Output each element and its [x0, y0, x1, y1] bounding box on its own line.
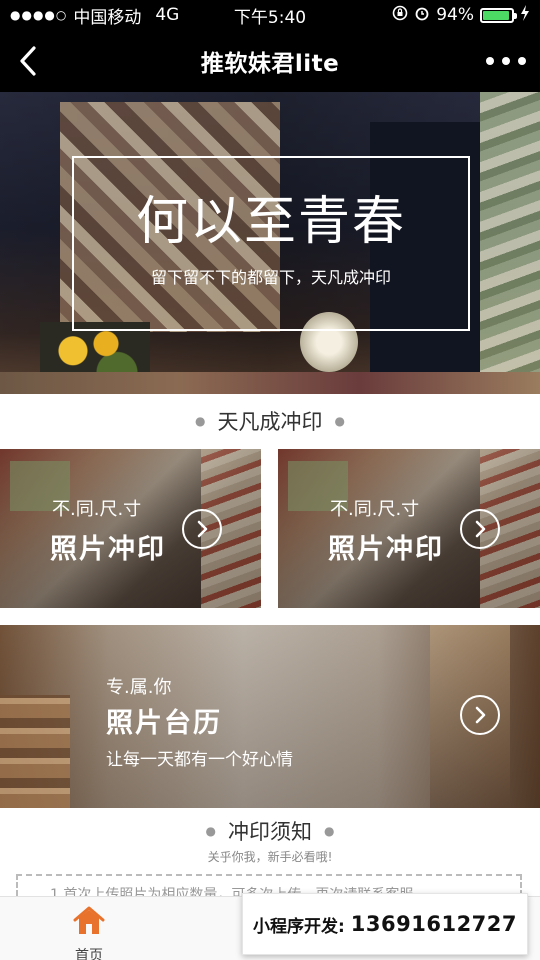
hero-subtitle: 留下留不下的都留下，天凡成冲印 [150, 268, 391, 287]
home-icon [73, 906, 105, 934]
alarm-icon [414, 5, 430, 26]
card-title: 照片台历 [106, 708, 222, 739]
photo-calendar-card[interactable]: 专.属.你 照片台历 让每一天都有一个好心情 [0, 625, 540, 808]
promo-phone: 13691612727 [350, 912, 518, 936]
card-title: 照片冲印 [328, 534, 444, 565]
status-bar: ●●●●○ 中国移动 4G 下午5:40 94% [0, 0, 540, 30]
photo-print-card[interactable]: 不.同.尺.寸 照片冲印 [0, 449, 261, 608]
card-subtitle: 专.属.你 [106, 677, 172, 698]
battery-fill [483, 10, 510, 20]
card-title: 照片冲印 [50, 534, 166, 565]
sofa-image [0, 372, 540, 394]
arrow-right-icon[interactable] [182, 509, 222, 549]
bullet-icon: ● [195, 414, 206, 428]
curtain-image [480, 92, 540, 394]
chevron-left-icon[interactable] [14, 44, 44, 78]
page-title: 推软妹君lite [200, 51, 340, 77]
battery-percent: 94% [436, 5, 474, 25]
photo-print-card[interactable]: 不.同.尺.寸 照片冲印 [278, 449, 540, 608]
more-dot [518, 57, 526, 65]
promo-label: 小程序开发: [252, 916, 345, 937]
arrow-right-icon[interactable] [460, 695, 500, 735]
carrier-label: 中国移动 [73, 7, 142, 28]
status-left: ●●●●○ 中国移动 4G [10, 3, 179, 28]
hero-banner[interactable]: 何以至青春 留下留不下的都留下，天凡成冲印 [0, 92, 540, 394]
rotation-lock-icon [392, 5, 408, 26]
signal-strength-icon: ●●●●○ [10, 8, 68, 22]
section-subtitle: 关乎你我，新手必看哦! [207, 850, 333, 864]
card-subtitle: 不.同.尺.寸 [330, 499, 420, 520]
more-dot [486, 57, 494, 65]
bullet-icon: ● [334, 414, 345, 428]
card-description: 让每一天都有一个好心情 [106, 750, 293, 770]
hero-title: 何以至青春 [135, 192, 406, 252]
section-title: 冲印须知 [228, 820, 312, 844]
network-label: 4G [155, 5, 180, 25]
promo-banner: 小程序开发: 13691612727 [242, 893, 528, 955]
tab-home[interactable]: 首页 [44, 901, 134, 960]
section-title: 天凡成冲印 [217, 410, 323, 434]
bullet-icon: ● [205, 824, 216, 838]
more-dots-icon[interactable] [486, 50, 526, 72]
battery-icon [480, 7, 517, 23]
card-subtitle: 不.同.尺.寸 [52, 499, 142, 520]
tab-label: 首页 [75, 948, 103, 960]
more-dot [502, 57, 510, 65]
section-header: ● 天凡成冲印 ● [0, 404, 540, 438]
arrow-right-icon[interactable] [460, 509, 500, 549]
section-header: ● 冲印须知 ● [0, 814, 540, 848]
bullet-icon: ● [324, 824, 335, 838]
status-right: 94% [392, 4, 530, 26]
hero-frame: 何以至青春 留下留不下的都留下，天凡成冲印 [72, 156, 470, 331]
charging-icon [520, 4, 530, 26]
nav-bar: 推软妹君lite [0, 30, 540, 92]
